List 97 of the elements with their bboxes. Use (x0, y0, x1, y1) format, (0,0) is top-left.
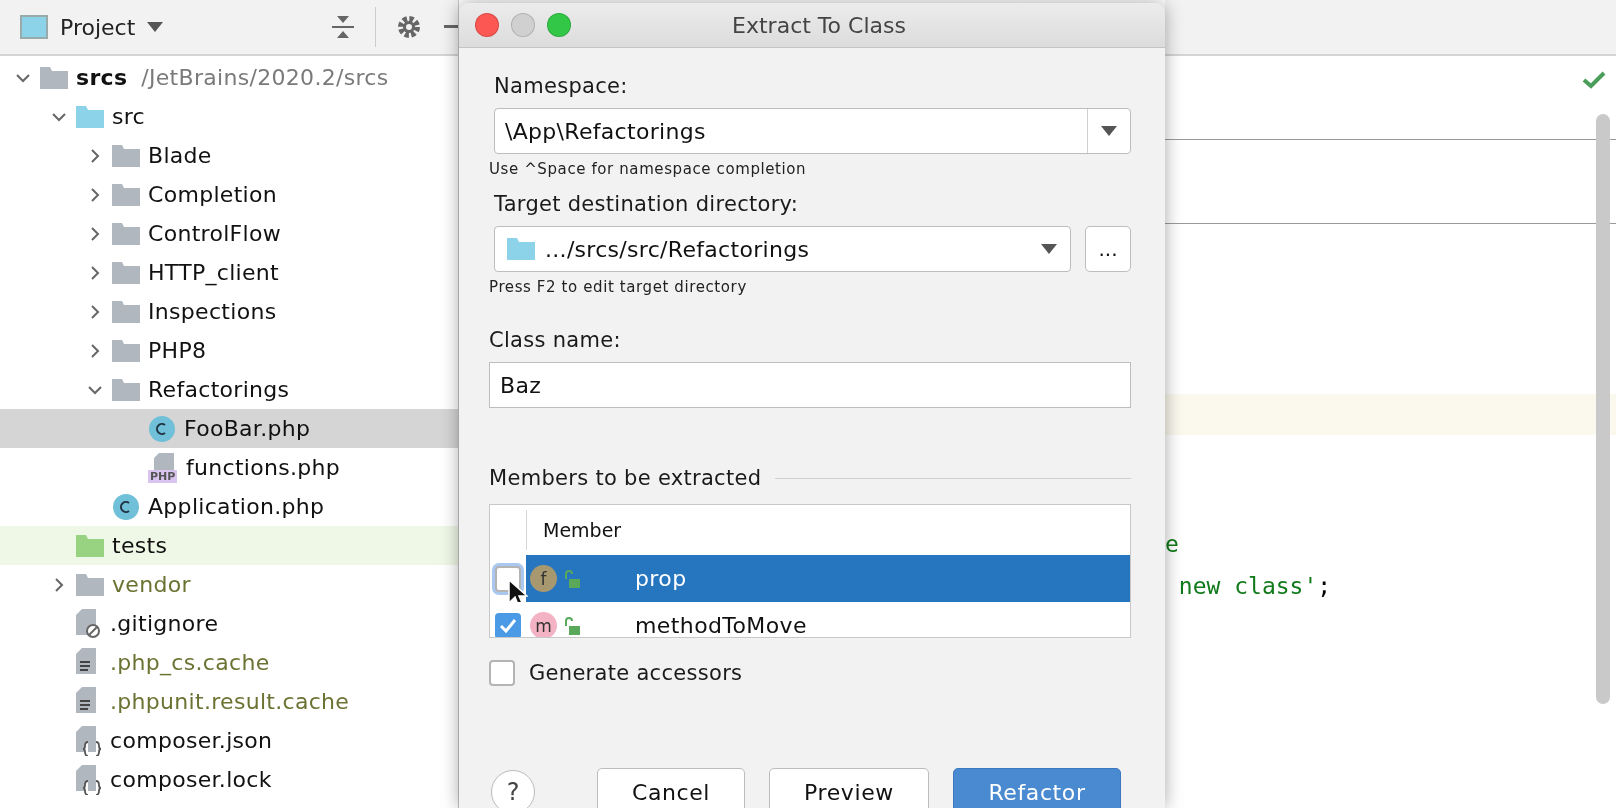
namespace-combo[interactable]: \App\Refactorings (494, 108, 1131, 154)
tree-row[interactable]: tests (0, 526, 458, 565)
hint-text: Press F2 to edit target directory (489, 278, 748, 296)
folder-icon (112, 300, 140, 323)
tree-item-label: PHP8 (148, 338, 207, 363)
tree-item-label: .gitignore (110, 611, 219, 636)
ignored-file-icon (76, 608, 102, 639)
folder-icon (112, 339, 140, 362)
tree-row[interactable]: Inspections (0, 292, 458, 331)
settings-icon[interactable] (396, 14, 422, 40)
folder-icon (76, 573, 104, 596)
tree-item-label: composer.lock (110, 767, 272, 792)
dropdown-caret-icon (1041, 244, 1057, 254)
folder-icon (76, 105, 104, 128)
minimize-icon[interactable] (444, 25, 458, 29)
tree-item-label: Application.php (148, 494, 325, 519)
help-button[interactable]: ? (491, 770, 535, 808)
checkbox[interactable] (489, 660, 515, 686)
tree-item-label: vendor (112, 572, 191, 597)
tree-row[interactable]: src (0, 97, 458, 136)
field-label: Class name: (489, 328, 622, 352)
checkbox-label: Generate accessors (529, 661, 743, 685)
tree-row[interactable]: .gitignore (0, 604, 458, 643)
tree-row[interactable]: Blade (0, 136, 458, 175)
panel-title[interactable]: Project (60, 14, 136, 40)
folder-icon (112, 378, 140, 401)
tree-item-label: .php_cs.cache (110, 650, 270, 675)
folder-icon (112, 144, 140, 167)
check-icon (1582, 70, 1606, 90)
method-icon: m (530, 612, 557, 637)
json-file-icon (76, 764, 102, 795)
dropdown-caret-icon (1101, 126, 1117, 136)
close-button[interactable] (475, 13, 499, 37)
tree-row[interactable]: FooBar.php (0, 409, 458, 448)
unlocked-icon (563, 568, 581, 589)
folder-icon (112, 222, 140, 245)
unlocked-icon (563, 615, 581, 636)
class-name-field[interactable]: Baz (489, 362, 1131, 408)
tree-row[interactable]: ControlFlow (0, 214, 458, 253)
json-file-icon (76, 725, 102, 756)
tree-row[interactable]: HTTP_client (0, 253, 458, 292)
folder-icon (112, 183, 140, 206)
tree-item-label: FooBar.php (184, 416, 311, 441)
tree-item-label: src (112, 104, 146, 129)
hint-text: Use ^Space for namespace completion (489, 160, 808, 178)
tree-row[interactable]: .phpunit.result.cache (0, 682, 458, 721)
folder-icon (76, 534, 104, 557)
directory-combo[interactable]: .../srcs/src/Refactorings (494, 226, 1071, 272)
tree-row[interactable]: composer.json (0, 721, 458, 760)
tree-row[interactable]: srcs /JetBrains/2020.2/srcs (0, 58, 458, 97)
dialog-button[interactable]: Refactor (953, 768, 1121, 808)
class-icon (112, 492, 140, 521)
tree-row[interactable]: vendor (0, 565, 458, 604)
tree-item-label: functions.php (186, 455, 341, 480)
tree-item-label: composer.json (110, 728, 273, 753)
tree-row[interactable]: PHP8 (0, 331, 458, 370)
class-icon (148, 414, 176, 443)
tree-item-label: tests (112, 533, 168, 558)
checkbox[interactable] (495, 612, 521, 637)
tree-item-label: ControlFlow (148, 221, 282, 246)
tree-row[interactable]: .php_cs.cache (0, 643, 458, 682)
tree-item-label: HTTP_client (148, 260, 280, 285)
tree-row[interactable]: composer.lock (0, 760, 458, 799)
member-name: methodToMove (635, 613, 807, 637)
tree-item-label: srcs (76, 65, 128, 90)
tree-row[interactable]: Application.php (0, 487, 458, 526)
tree-item-label: Completion (148, 182, 277, 207)
dialog-button[interactable]: Cancel (597, 768, 745, 808)
scrollbar[interactable] (1596, 114, 1610, 704)
tree-item-label: .phpunit.result.cache (110, 689, 350, 714)
tree-row[interactable]: PHP functions.php (0, 448, 458, 487)
tree-item-label: Blade (148, 143, 212, 168)
dialog-button[interactable]: Preview (769, 768, 929, 808)
dropdown-caret-icon (147, 22, 164, 32)
folder-icon (40, 66, 68, 89)
column-header: Member (526, 510, 622, 550)
section-title: Members to be extracted (489, 466, 762, 490)
member-row[interactable]: f prop (490, 555, 1130, 602)
browse-button[interactable]: ... (1085, 226, 1131, 272)
tree-row[interactable]: Completion (0, 175, 458, 214)
code-line: e (1165, 530, 1180, 559)
php-file-icon (154, 452, 176, 471)
folder-icon (112, 261, 140, 284)
window-icon (20, 15, 48, 39)
php-badge: PHP (148, 469, 178, 483)
project-path: /JetBrains/2020.2/srcs (141, 65, 389, 90)
field-label: Target destination directory: (494, 192, 800, 216)
field-icon: f (530, 565, 557, 592)
tree-item-label: Inspections (148, 299, 277, 324)
member-name: prop (635, 566, 687, 591)
field-label: Namespace: (494, 74, 629, 98)
collapse-all-icon[interactable] (331, 14, 355, 40)
tree-row[interactable]: Refactorings (0, 370, 458, 409)
dialog-title: Extract To Class (731, 12, 907, 38)
folder-icon (507, 238, 535, 260)
code-line: new class'; (1177, 572, 1333, 601)
tree-item-label: Refactorings (148, 377, 290, 402)
